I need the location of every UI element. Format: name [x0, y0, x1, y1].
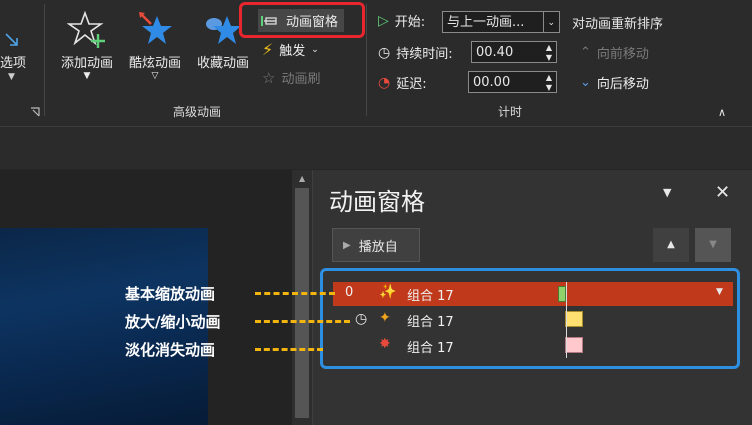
duration-value: 00.40: [476, 45, 514, 60]
collapse-ribbon-icon[interactable]: ∧: [718, 106, 726, 119]
trigger-label: 触发: [279, 44, 306, 59]
start-value: 与上一动画...: [447, 15, 525, 30]
delay-stepper[interactable]: 00.00 ▲ ▼: [468, 71, 557, 93]
chevron-down-icon: ▽: [151, 71, 159, 81]
vertical-scrollbar[interactable]: ▲: [292, 170, 312, 425]
divider: [44, 4, 45, 116]
pane-title: 动画窗格: [329, 188, 425, 216]
timing-group-label: 计时: [498, 105, 523, 119]
chevron-down-icon[interactable]: ▼: [8, 72, 15, 82]
delay-row: ◔ 延迟:: [378, 73, 427, 93]
stepper-arrows-icon[interactable]: ▲ ▼: [546, 72, 552, 92]
play-icon: ▷: [378, 12, 389, 29]
dialog-launcher-icon[interactable]: [30, 106, 40, 121]
move-later-label: 向后移动: [596, 77, 649, 92]
move-later-button[interactable]: ⌄ 向后移动: [580, 73, 649, 92]
move-down-button[interactable]: ▼: [695, 228, 731, 262]
favorite-animation-label: 收藏动画: [196, 56, 249, 71]
delay-clock-icon: ◔: [378, 74, 391, 91]
cool-animation-button[interactable]: 酷炫动画 ▽: [122, 10, 188, 81]
move-earlier-button[interactable]: ⌃ 向前移动: [580, 43, 649, 62]
animation-pane-button[interactable]: 动画窗格: [258, 9, 345, 32]
start-select[interactable]: 与上一动画... ⌄: [442, 11, 560, 33]
animation-pane-label: 动画窗格: [286, 15, 339, 30]
stepper-arrows-icon[interactable]: ▲ ▼: [546, 42, 552, 62]
lightning-icon: ⚡: [262, 40, 274, 59]
annotation-line: [255, 320, 350, 323]
scroll-up-icon[interactable]: ▲: [299, 174, 305, 183]
move-earlier-label: 向前移动: [596, 47, 649, 62]
cool-animation-label: 酷炫动画: [128, 56, 181, 71]
star-burst-icon: [139, 12, 172, 44]
play-from-button[interactable]: ▶ 播放自: [332, 228, 420, 262]
list-highlight-box: [320, 268, 740, 369]
play-icon: ▶: [343, 239, 351, 251]
delay-label: 延迟:: [396, 77, 427, 92]
trigger-button[interactable]: ⚡ 触发 ⌄: [262, 40, 319, 59]
advanced-animation-group-label: 高级动画: [173, 105, 222, 119]
chevron-down-icon: ⌄: [311, 44, 319, 55]
duration-row: ◷ 持续时间:: [378, 43, 453, 63]
effect-options-button[interactable]: 选项: [0, 52, 26, 71]
add-animation-label: 添加动画: [60, 56, 113, 71]
scroll-thumb[interactable]: [295, 188, 309, 418]
start-row: ▷ 开始:: [378, 11, 426, 31]
duration-label: 持续时间:: [396, 47, 453, 62]
clock-icon: ◷: [378, 44, 391, 61]
annotation-label: 淡化消失动画: [125, 341, 216, 359]
close-icon[interactable]: ✕: [715, 182, 730, 203]
chevron-down-icon: ▼: [83, 71, 91, 81]
animation-painter-button[interactable]: ☆ 动画刷: [262, 68, 321, 88]
start-label: 开始:: [394, 15, 426, 30]
chevron-down-icon: ⌄: [580, 75, 591, 90]
chevron-up-icon: ⌃: [580, 45, 591, 60]
animation-painter-label: 动画刷: [281, 72, 321, 87]
add-star-icon: [66, 10, 105, 48]
annotation-label: 基本缩放动画: [125, 285, 216, 303]
move-up-button[interactable]: ▲: [653, 228, 689, 262]
pane-options-icon[interactable]: ▼: [663, 186, 671, 199]
toolbar-strip: [0, 127, 752, 169]
add-animation-button[interactable]: 添加动画 ▼: [52, 10, 122, 81]
annotation-line: [255, 348, 323, 351]
play-from-label: 播放自: [358, 239, 398, 255]
divider: [366, 4, 367, 116]
painter-star-icon: ☆: [262, 68, 276, 87]
duration-stepper[interactable]: 00.40 ▲ ▼: [471, 41, 557, 63]
chevron-down-icon: ⌄: [543, 12, 555, 32]
effect-options-arrow-icon: [4, 32, 20, 52]
annotation-label: 放大/缩小动画: [125, 313, 221, 331]
reorder-title: 对动画重新排序: [572, 17, 664, 32]
delay-value: 00.00: [473, 75, 511, 90]
annotation-line: [255, 292, 335, 295]
animation-pane-icon: [261, 15, 277, 26]
ribbon: 选项 ▼ 添加动画 ▼ 酷炫动画 ▽ 收藏动画 动画窗格 ⚡ 触发 ⌄ ☆ 动画…: [0, 0, 752, 127]
cloud-star-icon: [206, 16, 241, 44]
